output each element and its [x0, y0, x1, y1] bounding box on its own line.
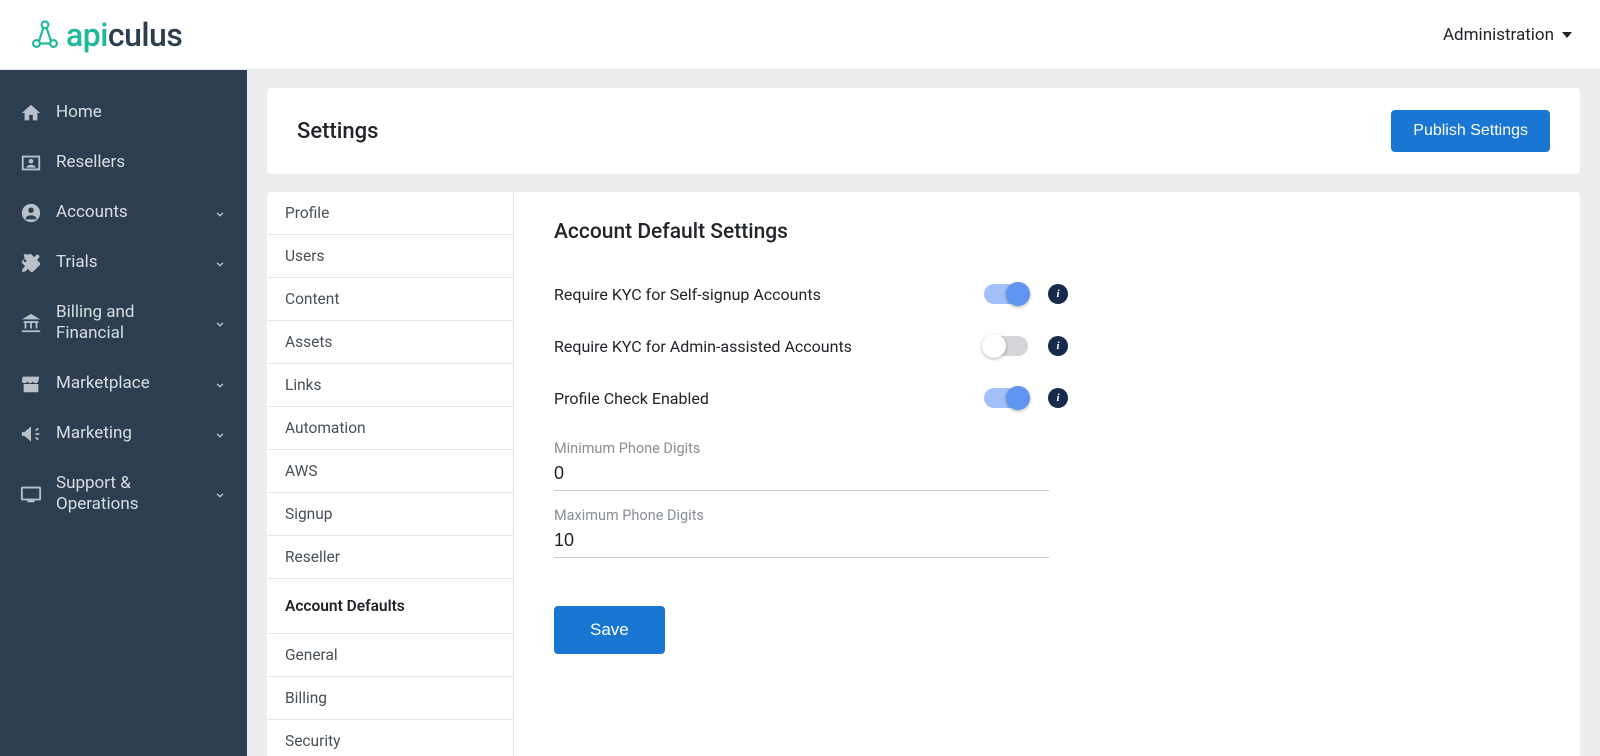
sidebar-item-accounts[interactable]: Accounts [0, 188, 247, 238]
sidebar-item-label: Marketing [56, 423, 199, 444]
chevron-down-icon [213, 206, 227, 220]
sidebar-item-marketplace[interactable]: Marketplace [0, 359, 247, 409]
settings-nav-billing[interactable]: Billing [267, 677, 513, 720]
logo[interactable]: apiculus [28, 16, 182, 54]
settings-nav-assets[interactable]: Assets [267, 321, 513, 364]
info-icon[interactable]: i [1048, 388, 1068, 408]
panel-title: Account Default Settings [554, 220, 1540, 244]
sidebar-item-label: Support & Operations [56, 473, 199, 516]
content-panel: Account Default Settings Require KYC for… [514, 192, 1580, 756]
marketplace-icon [20, 373, 42, 395]
sidebar-item-label: Accounts [56, 202, 199, 223]
setting-row: Profile Check Enabled i [554, 388, 1540, 408]
sidebar-item-label: Billing and Financial [56, 302, 199, 345]
setting-label: Require KYC for Self-signup Accounts [554, 285, 984, 304]
home-icon [20, 102, 42, 124]
toggle-switch[interactable] [984, 284, 1028, 304]
settings-nav-account-defaults[interactable]: Account Defaults [267, 579, 513, 634]
sidebar-item-label: Marketplace [56, 373, 199, 394]
support-icon [20, 483, 42, 505]
content-row: ProfileUsersContentAssetsLinksAutomation… [267, 192, 1580, 756]
sidebar-item-label: Trials [56, 252, 199, 273]
chevron-down-icon [213, 256, 227, 270]
setting-label: Profile Check Enabled [554, 389, 984, 408]
settings-nav-automation[interactable]: Automation [267, 407, 513, 450]
administration-label: Administration [1443, 25, 1554, 45]
settings-nav-profile[interactable]: Profile [267, 192, 513, 235]
setting-row: Require KYC for Admin-assisted Accounts i [554, 336, 1540, 356]
settings-nav-reseller[interactable]: Reseller [267, 536, 513, 579]
caret-down-icon [1562, 32, 1572, 38]
sidebar-item-marketing[interactable]: Marketing [0, 409, 247, 459]
info-icon[interactable]: i [1048, 336, 1068, 356]
reseller-icon [20, 152, 42, 174]
max-phone-input[interactable] [554, 526, 1049, 558]
publish-settings-button[interactable]: Publish Settings [1391, 110, 1550, 152]
settings-nav-signup[interactable]: Signup [267, 493, 513, 536]
sidebar-item-resellers[interactable]: Resellers [0, 138, 247, 188]
settings-nav-users[interactable]: Users [267, 235, 513, 278]
chevron-down-icon [213, 316, 227, 330]
min-phone-label: Minimum Phone Digits [554, 440, 1049, 457]
marketing-icon [20, 423, 42, 445]
sidebar-item-label: Resellers [56, 152, 227, 173]
toggle-switch[interactable] [984, 336, 1028, 356]
settings-subnav: ProfileUsersContentAssetsLinksAutomation… [267, 192, 514, 756]
sidebar: Home Resellers Accounts Trials Billing and F… [0, 70, 247, 756]
toggle-switch[interactable] [984, 388, 1028, 408]
sidebar-item-trials[interactable]: Trials [0, 238, 247, 288]
administration-dropdown[interactable]: Administration [1443, 25, 1572, 45]
sidebar-item-support-operations[interactable]: Support & Operations [0, 459, 247, 530]
toggle-knob [982, 334, 1006, 358]
chevron-down-icon [213, 487, 227, 501]
trial-icon [20, 252, 42, 274]
logo-text: apiculus [66, 16, 182, 54]
chevron-down-icon [213, 377, 227, 391]
settings-nav-security[interactable]: Security [267, 720, 513, 756]
page-title: Settings [297, 119, 378, 144]
setting-label: Require KYC for Admin-assisted Accounts [554, 337, 984, 356]
sidebar-item-label: Home [56, 102, 227, 123]
account-icon [20, 202, 42, 224]
setting-row: Require KYC for Self-signup Accounts i [554, 284, 1540, 304]
chevron-down-icon [213, 427, 227, 441]
toggle-knob [1006, 386, 1030, 410]
settings-nav-content[interactable]: Content [267, 278, 513, 321]
settings-nav-general[interactable]: General [267, 634, 513, 677]
info-icon[interactable]: i [1048, 284, 1068, 304]
toggle-knob [1006, 282, 1030, 306]
save-button[interactable]: Save [554, 606, 665, 654]
save-row: Save [554, 606, 1540, 654]
settings-nav-links[interactable]: Links [267, 364, 513, 407]
sidebar-item-home[interactable]: Home [0, 88, 247, 138]
min-phone-group: Minimum Phone Digits [554, 440, 1049, 491]
max-phone-group: Maximum Phone Digits [554, 507, 1049, 558]
settings-nav-aws[interactable]: AWS [267, 450, 513, 493]
logo-icon [28, 18, 62, 52]
billing-icon [20, 312, 42, 334]
main-content: Settings Publish Settings ProfileUsersCo… [247, 70, 1600, 756]
min-phone-input[interactable] [554, 459, 1049, 491]
topbar: apiculus Administration [0, 0, 1600, 70]
page-header: Settings Publish Settings [267, 88, 1580, 174]
max-phone-label: Maximum Phone Digits [554, 507, 1049, 524]
sidebar-item-billing-and-financial[interactable]: Billing and Financial [0, 288, 247, 359]
